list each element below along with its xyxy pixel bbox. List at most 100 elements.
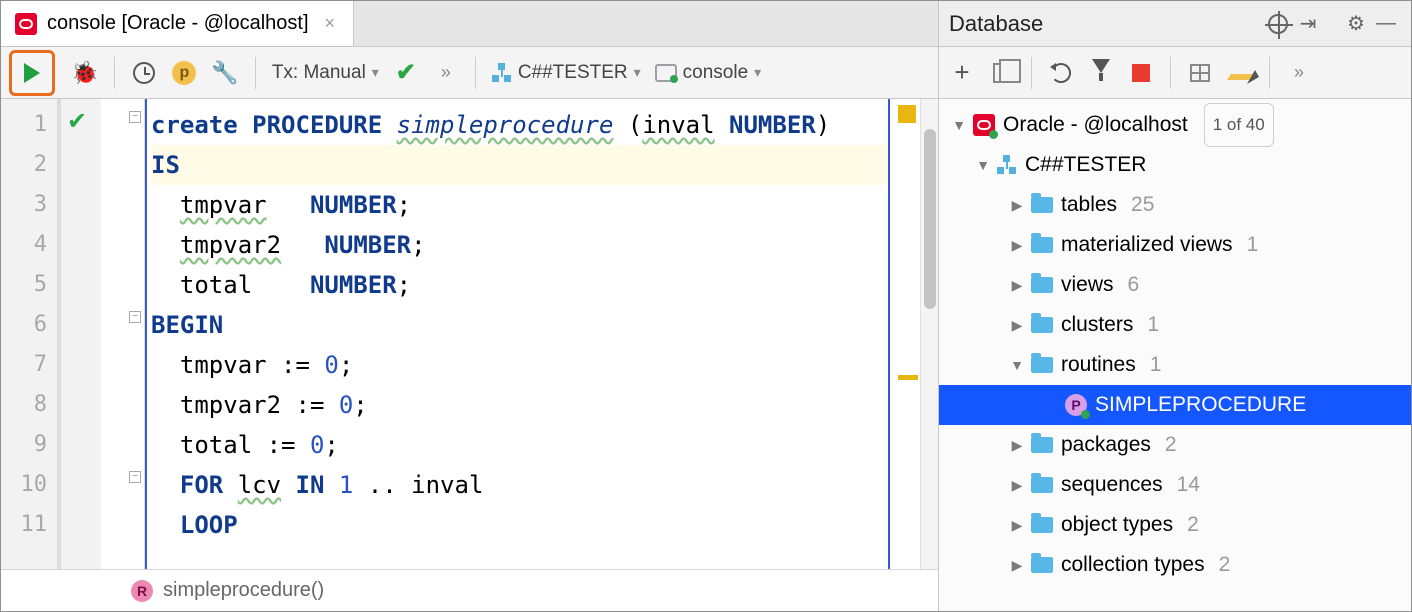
gutter-icons: ✔ [61,99,101,569]
folder-label: object types [1061,505,1173,545]
chevron-right-icon[interactable]: ▶ [1011,505,1023,545]
edit-button[interactable] [1223,55,1257,91]
stop-button[interactable] [1124,55,1158,91]
chevron-down-icon[interactable]: ▼ [1011,345,1023,385]
chevron-down-icon: ▾ [634,64,641,81]
editor-tabbar: console [Oracle - @localhost] × [1,1,938,47]
p-badge-icon: p [172,61,196,85]
wrench-icon: 🔧 [211,60,238,86]
clock-icon [133,62,155,84]
error-stripe[interactable] [890,99,920,569]
folder-icon [1031,477,1053,493]
breadcrumb: R simpleprocedure() [1,569,938,611]
tree-folder[interactable]: ▶ clusters 1 [939,305,1411,345]
scroll-thumb[interactable] [924,129,936,309]
tree-folder[interactable]: ▶ collection types 2 [939,545,1411,585]
tree-routine[interactable]: P SIMPLEPROCEDURE [939,385,1411,425]
folder-icon [1031,237,1053,253]
folder-label: sequences [1061,465,1163,505]
gear-icon[interactable]: ⚙ [1341,11,1371,36]
refresh-button[interactable] [1044,55,1078,91]
chevron-right-icon[interactable]: ▶ [1011,185,1023,225]
tree-datasource[interactable]: ▼ Oracle - @localhost 1 of 40 [939,105,1411,145]
duplicate-button[interactable] [985,55,1019,91]
refresh-icon [1051,63,1071,83]
tree-folder[interactable]: ▶ sequences 14 [939,465,1411,505]
warning-marker[interactable] [898,105,916,123]
status-ok-icon: ✔ [67,107,87,136]
tree-folder[interactable]: ▶ materialized views 1 [939,225,1411,265]
folder-icon [1031,357,1053,373]
fold-toggle[interactable]: − [129,111,141,123]
scrollbar[interactable] [920,99,938,569]
folder-icon [1031,197,1053,213]
breadcrumb-label[interactable]: simpleprocedure() [163,579,324,602]
chevron-right-icon[interactable]: ▶ [1011,225,1023,265]
hide-panel-button[interactable]: — [1371,12,1401,35]
db-toolbar: + [939,47,1411,99]
code-editor[interactable]: 1234567891011 ✔ − − − create PROCEDURE s… [1,99,938,569]
schema-dropdown[interactable]: C##TESTER ▾ [488,55,645,91]
debug-button[interactable]: 🐞 [67,55,102,91]
filter-button[interactable] [1084,55,1118,91]
console-toolbar: 🐞 p 🔧 Tx: Manual ▾ ✔ C##TESTER ▾ console… [1,47,938,99]
tx-mode-dropdown[interactable]: Tx: Manual ▾ [268,55,383,91]
history-button[interactable] [127,55,161,91]
count-label: 1 [1247,225,1259,265]
chevron-down-icon[interactable]: ▼ [977,145,989,185]
tree-folder[interactable]: ▶ packages 2 [939,425,1411,465]
db-tree[interactable]: ▼ Oracle - @localhost 1 of 40▼ C##TESTER… [939,99,1411,611]
folder-icon [1031,317,1053,333]
count-label: 6 [1128,265,1140,305]
warning-marker[interactable] [898,375,918,380]
fold-toggle[interactable]: − [129,311,141,323]
editor-tab[interactable]: console [Oracle - @localhost] × [1,1,354,46]
stop-icon [1132,64,1150,82]
count-badge: 1 of 40 [1204,103,1274,147]
tree-folder[interactable]: ▶ views 6 [939,265,1411,305]
code-area[interactable]: create PROCEDURE simpleprocedure (inval … [145,99,890,569]
fold-toggle[interactable]: − [129,471,141,483]
procedure-button[interactable]: p [167,55,201,91]
count-label: 25 [1131,185,1154,225]
grid-icon [1190,64,1210,82]
bug-icon: 🐞 [71,60,98,86]
pen-icon [1227,74,1252,80]
chevron-right-icon[interactable]: ▶ [1011,305,1023,345]
db-panel-header: Database ⇥ ⚙ — [939,1,1411,47]
folder-label: clusters [1061,305,1133,345]
tree-folder[interactable]: ▶ tables 25 [939,185,1411,225]
db-title: Database [949,11,1043,37]
chevron-right-icon[interactable]: ▶ [1011,265,1023,305]
count-label: 1 [1147,305,1159,345]
chevron-down-icon[interactable]: ▼ [953,105,965,145]
console-dropdown[interactable]: console ▾ [651,55,766,91]
console-icon [655,64,677,82]
folder-icon [1031,437,1053,453]
chevron-right-icon[interactable]: ▶ [1011,465,1023,505]
folder-icon [1031,517,1053,533]
schema-icon [997,155,1017,175]
fold-column[interactable]: − − − [101,99,145,569]
close-icon[interactable]: × [325,13,336,34]
commit-button[interactable]: ✔ [389,55,423,91]
tree-folder[interactable]: ▼ routines 1 [939,345,1411,385]
chevron-down-icon: ▾ [754,64,761,81]
chevron-right-icon[interactable]: ▶ [1011,545,1023,585]
copy-icon [993,63,1011,83]
oracle-icon [15,13,37,35]
more-button[interactable] [1282,55,1316,91]
settings-button[interactable]: 🔧 [207,55,242,91]
scroll-from-source-button[interactable] [1263,14,1293,34]
run-button[interactable] [9,50,55,96]
more-tx-button[interactable] [429,55,463,91]
collapse-all-button[interactable]: ⇥ [1293,11,1323,36]
folder-icon [1031,557,1053,573]
folder-label: collection types [1061,545,1205,585]
schema-icon [492,63,512,83]
table-view-button[interactable] [1183,55,1217,91]
tree-schema[interactable]: ▼ C##TESTER [939,145,1411,185]
tree-folder[interactable]: ▶ object types 2 [939,505,1411,545]
chevron-right-icon[interactable]: ▶ [1011,425,1023,465]
new-button[interactable]: + [945,55,979,91]
